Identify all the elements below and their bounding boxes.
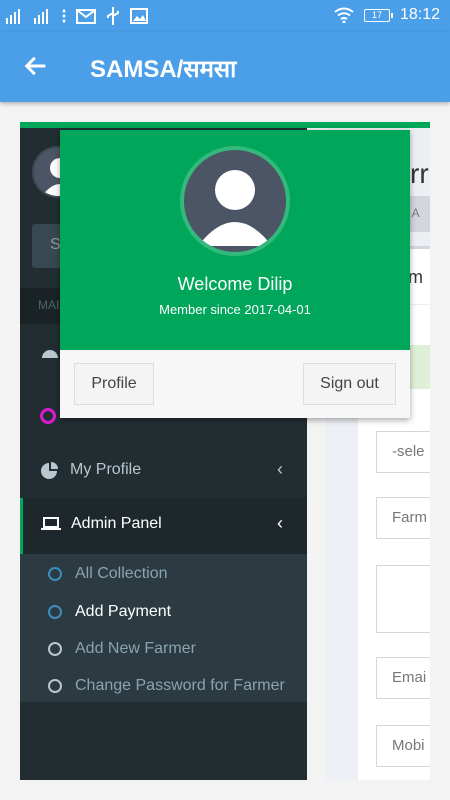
- app-title: SAMSA/समसा: [90, 56, 237, 83]
- dashboard-icon[interactable]: [40, 344, 60, 360]
- sidebar-item-my-profile[interactable]: My Profile ‹: [20, 444, 307, 498]
- mobile-field[interactable]: Mobi: [376, 725, 430, 767]
- sidebar-item-admin-panel[interactable]: Admin Panel ‹: [20, 498, 307, 554]
- chevron-left-icon: ‹: [277, 459, 283, 479]
- circle-icon: [48, 567, 62, 581]
- laptop-icon: [41, 517, 61, 530]
- submenu-item-add-payment[interactable]: Add Payment: [20, 594, 307, 630]
- battery-icon: 17: [363, 8, 393, 22]
- arrow-left-icon[interactable]: [22, 52, 50, 80]
- circle-icon: [48, 642, 62, 656]
- status-right-icons: 17 18:12: [334, 6, 440, 24]
- sign-out-button[interactable]: Sign out: [303, 363, 396, 405]
- avatar: [180, 146, 290, 256]
- more-icon: [62, 9, 66, 23]
- status-bar: 17 18:12: [0, 0, 450, 32]
- circle-icon: [48, 679, 62, 693]
- submenu-item-label: Change Password for Farmer: [75, 677, 285, 694]
- user-header: Welcome Dilip Member since 2017-04-01: [60, 130, 410, 350]
- signal-icon: [6, 9, 20, 24]
- app-bar: SAMSA/समसा: [0, 32, 450, 102]
- user-icon: [198, 170, 272, 246]
- address-textarea[interactable]: [376, 565, 430, 633]
- submenu-item-label: Add New Farmer: [75, 640, 196, 657]
- status-time: 18:12: [399, 6, 440, 23]
- welcome-text: Welcome Dilip: [177, 274, 293, 294]
- submenu-item-all-collection[interactable]: All Collection: [20, 556, 307, 592]
- submenu-item-add-new-farmer[interactable]: Add New Farmer: [20, 631, 307, 667]
- submenu-item-label: All Collection: [75, 565, 168, 582]
- signal-icon: [34, 9, 48, 24]
- admin-submenu: All Collection Add Payment Add New Farme…: [20, 554, 307, 702]
- email-field[interactable]: Emai: [376, 657, 430, 699]
- submenu-item-change-password[interactable]: Change Password for Farmer: [20, 668, 307, 704]
- farmer-field[interactable]: Farm: [376, 497, 430, 539]
- image-icon: [130, 8, 148, 24]
- chevron-left-icon: ‹: [277, 513, 283, 533]
- sidebar-item-label: Admin Panel: [71, 515, 162, 532]
- circle-icon[interactable]: [40, 408, 56, 424]
- pie-chart-icon: [41, 462, 58, 479]
- page-title: rr: [410, 158, 429, 189]
- member-since-text: Member since 2017-04-01: [159, 302, 311, 317]
- usb-icon: [107, 7, 119, 25]
- circle-icon: [48, 605, 62, 619]
- select-field[interactable]: -sele: [376, 431, 430, 473]
- profile-button[interactable]: Profile: [74, 363, 154, 405]
- status-left-icons: [6, 7, 148, 25]
- sidebar-item-label: My Profile: [70, 461, 142, 478]
- gmail-icon: [76, 8, 96, 24]
- user-menu-popup: Welcome Dilip Member since 2017-04-01 Pr…: [60, 130, 410, 418]
- submenu-item-label: Add Payment: [75, 603, 172, 620]
- wifi-icon: [334, 7, 354, 23]
